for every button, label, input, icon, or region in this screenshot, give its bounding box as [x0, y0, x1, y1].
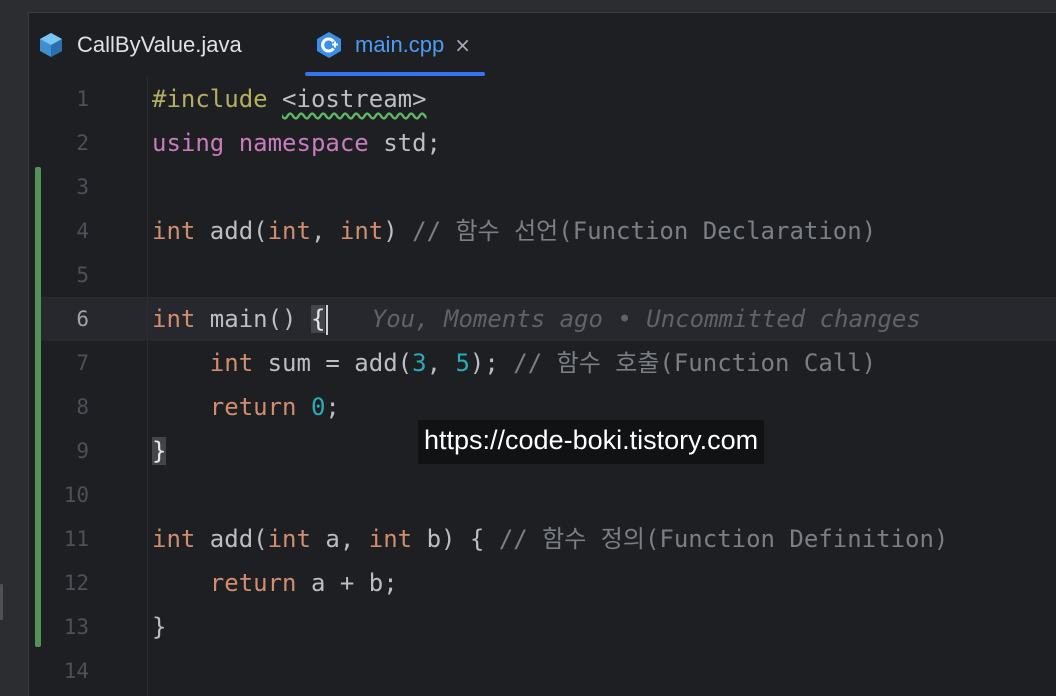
line-number-gutter[interactable]: 1 2 3 4 5 6 7 8 9 10 11 12 13 14: [29, 77, 89, 693]
line-number: 13: [63, 615, 89, 639]
token: ;: [325, 393, 340, 421]
keyword: int: [368, 525, 413, 553]
keyword: namespace: [238, 129, 369, 157]
line-number: 4: [76, 219, 89, 243]
close-icon[interactable]: ×: [454, 33, 471, 57]
matched-brace: }: [152, 437, 167, 465]
code-area[interactable]: #include <iostream> using namespace std;…: [152, 77, 1056, 693]
keyword: int: [267, 525, 311, 553]
keyword: int: [209, 349, 254, 377]
java-class-icon: [37, 31, 65, 59]
number-literal: 3: [412, 349, 427, 377]
code-line-6: int main() { You, Moments ago • Uncommit…: [152, 297, 1056, 341]
keyword: int: [152, 217, 196, 245]
token: main(): [195, 305, 311, 333]
inline-blame-annotation[interactable]: You, Moments ago • Uncommitted changes: [328, 305, 921, 333]
keyword: using: [152, 129, 225, 157]
line-number: 9: [76, 439, 89, 463]
token: add(: [195, 525, 268, 553]
token: add(: [195, 217, 268, 245]
token: ,: [310, 217, 340, 245]
title-strip: [0, 0, 1056, 13]
tool-strip-marker[interactable]: [0, 584, 3, 620]
token: a + b;: [296, 569, 398, 597]
token: );: [469, 349, 514, 377]
ide-window: CallByValue.java main.cpp × 1 2 3 4 5 6 …: [0, 0, 1056, 696]
token: sum = add(: [253, 349, 413, 377]
code-line-7: int sum = add(3, 5); // 함수 호출(Function C…: [152, 341, 1056, 385]
number-literal: 0: [310, 393, 326, 421]
tab-label: main.cpp: [355, 32, 445, 57]
tab-main-cpp[interactable]: main.cpp ×: [305, 13, 486, 77]
keyword: int: [339, 217, 384, 245]
line-number: 2: [76, 131, 89, 155]
line-number: 3: [76, 175, 89, 199]
preprocessor-directive: #include: [152, 85, 268, 113]
line-number: 12: [63, 571, 89, 595]
code-line-1: #include <iostream>: [152, 77, 1056, 121]
line-number: 14: [63, 659, 89, 683]
line-number: 5: [76, 263, 89, 287]
keyword: int: [152, 305, 196, 333]
token: ,: [426, 349, 456, 377]
keyword: int: [267, 217, 311, 245]
token: b) {: [412, 525, 499, 553]
token: a,: [310, 525, 369, 553]
keyword: int: [152, 525, 196, 553]
gutter-divider: [147, 77, 148, 696]
comment: // 함수 정의(Function Definition): [498, 525, 949, 553]
token: std;: [368, 129, 441, 157]
line-number: 8: [76, 395, 89, 419]
tab-callbyvalue-java[interactable]: CallByValue.java: [37, 13, 242, 77]
code-line-4: int add(int, int) // 함수 선언(Function Decl…: [152, 209, 1056, 253]
include-header: <iostream>: [282, 85, 427, 113]
code-editor[interactable]: 1 2 3 4 5 6 7 8 9 10 11 12 13 14 #includ…: [29, 77, 1056, 696]
closing-brace: }: [152, 613, 167, 641]
code-line-12: return a + b;: [152, 561, 1056, 605]
matched-brace: {: [310, 305, 326, 333]
editor-tab-bar: CallByValue.java main.cpp ×: [29, 13, 1056, 77]
code-line-2: using namespace std;: [152, 121, 1056, 165]
keyword: return: [209, 393, 297, 421]
line-number-current: 6: [76, 307, 89, 331]
line-number: 10: [63, 483, 89, 507]
tab-label: CallByValue.java: [77, 32, 242, 57]
comment: // 함수 선언(Function Declaration): [412, 217, 877, 245]
cpp-file-icon: [315, 31, 343, 59]
line-number: 11: [63, 527, 89, 551]
token: ): [383, 217, 413, 245]
tool-window-strip: [0, 12, 29, 696]
active-tab-indicator: [305, 72, 486, 76]
number-literal: 5: [455, 349, 470, 377]
comment: // 함수 호출(Function Call): [513, 349, 877, 377]
code-line-13: }: [152, 605, 1056, 649]
watermark-overlay: https://code-boki.tistory.com: [418, 420, 765, 464]
line-number: 7: [76, 351, 89, 375]
code-line-11: int add(int a, int b) { // 함수 정의(Functio…: [152, 517, 1056, 561]
keyword: return: [209, 569, 297, 597]
line-number: 1: [76, 87, 89, 111]
